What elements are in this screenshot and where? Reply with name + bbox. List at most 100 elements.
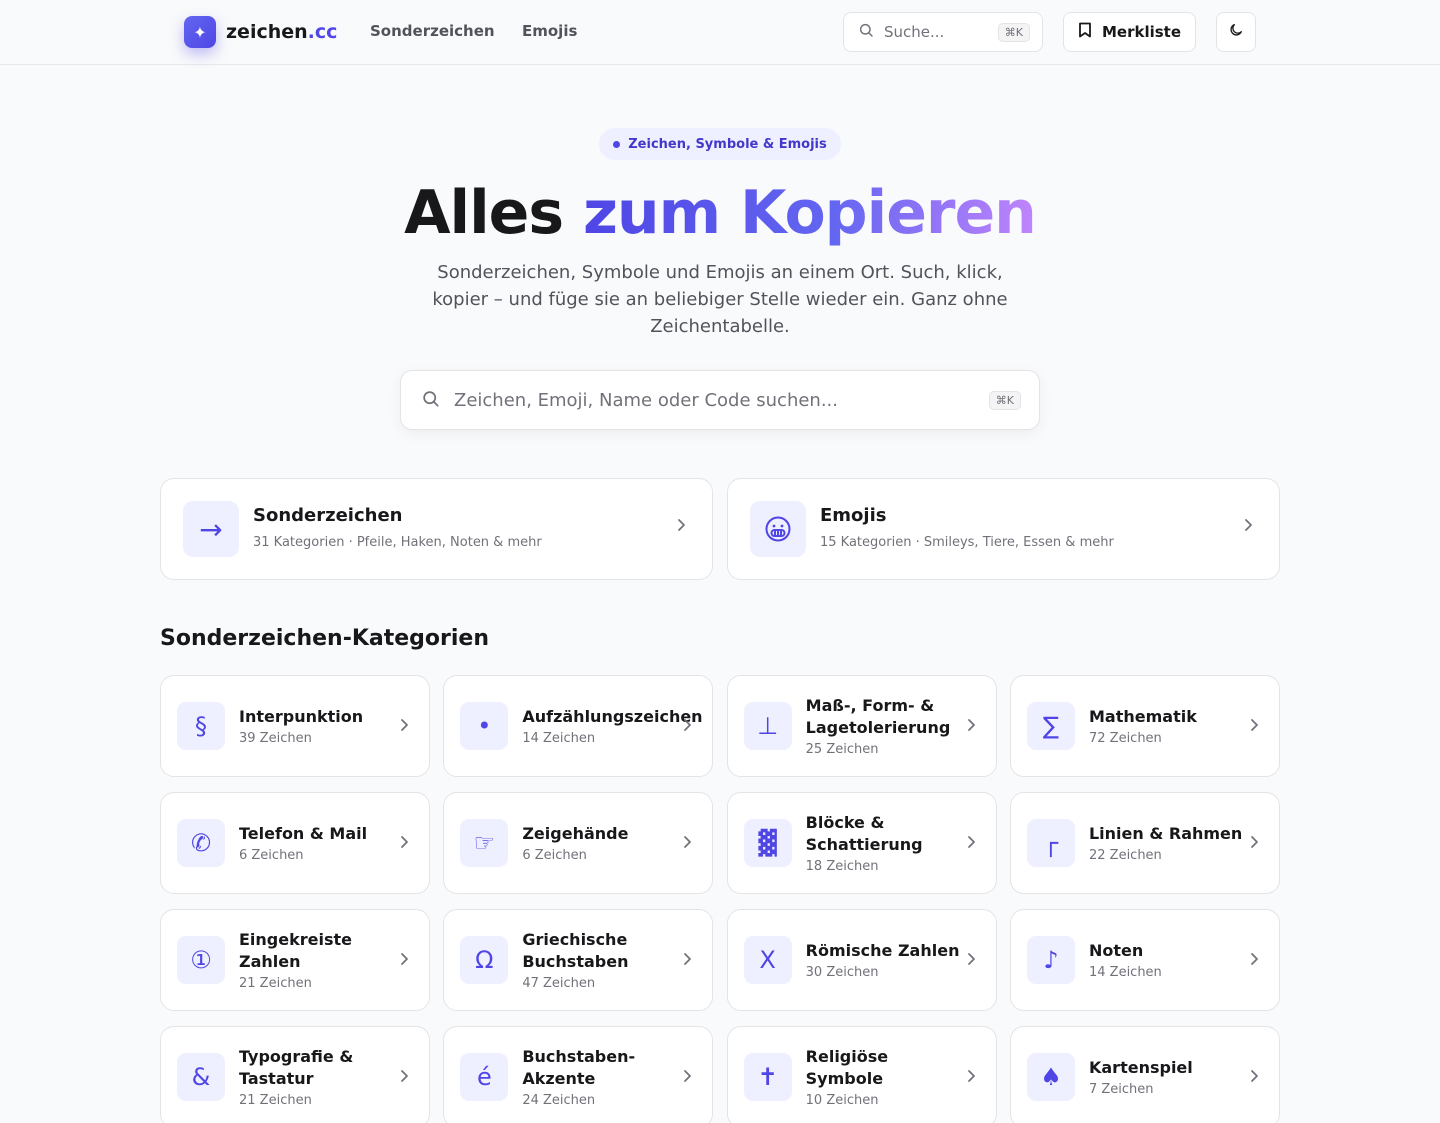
category-card[interactable]: ┌ Linien & Rahmen 22 Zeichen — [1009, 792, 1280, 894]
main-search-placeholder: Zeichen, Emoji, Name oder Code suchen... — [454, 389, 839, 411]
chevron-right-icon — [1249, 717, 1259, 737]
category-count: 10 Zeichen — [805, 1093, 879, 1108]
category-count: 18 Zeichen — [805, 859, 879, 874]
chevron-right-icon — [682, 717, 692, 737]
category-name: Maß-, Form- & Lagetolerierung — [805, 696, 951, 737]
roman-ten-icon: Ⅹ — [743, 936, 792, 984]
grinning-face-icon — [750, 501, 806, 557]
section-sign-icon: § — [177, 702, 225, 750]
overview-card-title: Emojis — [820, 505, 887, 526]
bookmarks-button[interactable]: Merkliste — [1063, 12, 1196, 52]
category-count: 6 Zeichen — [239, 848, 304, 863]
chevron-right-icon — [399, 1068, 409, 1088]
shortcut-badge: ⌘K — [997, 22, 1030, 42]
logo-text: zeichen.cc — [226, 21, 338, 43]
category-card[interactable]: ✝ Religiöse Symbole 10 Zeichen — [726, 1026, 997, 1123]
category-count: 6 Zeichen — [522, 848, 587, 863]
category-name: Linien & Rahmen — [1088, 824, 1243, 843]
category-name: Aufzählungszeichen — [522, 707, 703, 726]
overview-card-subtitle: 31 Kategorien · Pfeile, Haken, Noten & m… — [253, 535, 542, 550]
chevron-right-icon — [399, 717, 409, 737]
category-card[interactable]: ♠ Kartenspiel 7 Zeichen — [1009, 1026, 1280, 1123]
category-count: 24 Zeichen — [522, 1093, 596, 1108]
sigma-icon: ∑ — [1026, 702, 1075, 750]
category-card[interactable]: ♪ Noten 14 Zeichen — [1009, 909, 1280, 1011]
category-card[interactable]: ⊥ Maß-, Form- & Lagetolerierung 25 Zeichen — [726, 675, 997, 777]
chevron-right-icon — [1249, 834, 1259, 854]
category-name: Blöcke & Schattierung — [805, 813, 923, 854]
category-count: 39 Zeichen — [239, 731, 312, 746]
search-icon — [858, 22, 874, 42]
category-card[interactable]: ① Eingekreiste Zahlen 21 Zeichen — [160, 909, 430, 1011]
category-count: 25 Zeichen — [805, 742, 879, 757]
telephone-icon: ✆ — [177, 819, 225, 867]
category-name: Eingekreiste Zahlen — [239, 930, 352, 971]
category-card[interactable]: ▓ Blöcke & Schattierung 18 Zeichen — [726, 792, 997, 894]
hero-badge: Zeichen, Symbole & Emojis — [599, 128, 841, 160]
bookmark-icon — [1078, 22, 1092, 42]
category-name: Buchstaben-Akzente — [522, 1047, 636, 1088]
category-name: Religiöse Symbole — [805, 1047, 889, 1088]
category-card[interactable]: • Aufzählungszeichen 14 Zeichen — [443, 675, 714, 777]
category-count: 14 Zeichen — [1088, 965, 1162, 980]
chevron-right-icon — [966, 1068, 976, 1088]
category-card[interactable]: & Typografie & Tastatur 21 Zeichen — [160, 1026, 430, 1123]
header-search-input[interactable]: Suche... ⌘K — [843, 12, 1043, 52]
chevron-right-icon — [966, 717, 976, 737]
chevron-right-icon — [1249, 951, 1259, 971]
chevron-right-icon — [1243, 517, 1253, 537]
theme-toggle-button[interactable] — [1216, 12, 1256, 52]
category-card[interactable]: ✆ Telefon & Mail 6 Zeichen — [160, 792, 430, 894]
omega-icon: Ω — [460, 936, 509, 984]
site-header: ✦ zeichen.cc Sonderzeichen Emojis Suche.… — [0, 0, 1440, 65]
category-name: Kartenspiel — [1088, 1058, 1193, 1077]
spade-icon: ♠ — [1026, 1053, 1075, 1101]
category-card[interactable]: Ω Griechische Buchstaben 47 Zeichen — [443, 909, 714, 1011]
ampersand-icon: & — [177, 1053, 225, 1101]
chevron-right-icon — [966, 951, 976, 971]
category-card[interactable]: ∑ Mathematik 72 Zeichen — [1009, 675, 1280, 777]
category-card[interactable]: é Buchstaben-Akzente 24 Zeichen — [443, 1026, 714, 1123]
chevron-right-icon — [682, 1068, 692, 1088]
category-count: 14 Zeichen — [522, 731, 596, 746]
shortcut-badge: ⌘K — [988, 390, 1021, 410]
category-name: Telefon & Mail — [239, 824, 368, 843]
cross-icon: ✝ — [743, 1053, 792, 1101]
category-name: Noten — [1088, 941, 1144, 960]
category-card[interactable]: § Interpunktion 39 Zeichen — [160, 675, 430, 777]
category-name: Griechische Buchstaben — [522, 930, 629, 971]
chevron-right-icon — [966, 834, 976, 854]
main-search-input[interactable]: Zeichen, Emoji, Name oder Code suchen...… — [400, 370, 1040, 430]
category-name: Mathematik — [1088, 707, 1197, 726]
chevron-right-icon — [676, 517, 686, 537]
bookmarks-label: Merkliste — [1101, 23, 1182, 41]
bullet-icon: • — [460, 702, 509, 750]
header-search-placeholder: Suche... — [884, 23, 945, 41]
sparkle-icon: ✦ — [184, 16, 216, 48]
box-corner-icon: ┌ — [1026, 819, 1075, 867]
circled-one-icon: ① — [177, 936, 225, 984]
moon-icon — [1228, 22, 1244, 42]
chevron-right-icon — [399, 834, 409, 854]
nav-sonderzeichen[interactable]: Sonderzeichen — [370, 22, 495, 40]
overview-card-subtitle: 15 Kategorien · Smileys, Tiere, Essen & … — [820, 535, 1114, 550]
music-note-icon: ♪ — [1026, 936, 1075, 984]
category-count: 47 Zeichen — [522, 976, 596, 991]
search-icon — [421, 389, 440, 412]
category-card[interactable]: ☞ Zeigehände 6 Zeichen — [443, 792, 714, 894]
category-name: Zeigehände — [522, 824, 629, 843]
chevron-right-icon — [1249, 1068, 1259, 1088]
overview-card-sonderzeichen[interactable]: → Sonderzeichen 31 Kategorien · Pfeile, … — [160, 478, 713, 580]
category-name: Typografie & Tastatur — [239, 1047, 354, 1088]
arrow-right-icon: → — [183, 501, 239, 557]
nav-emojis[interactable]: Emojis — [522, 22, 577, 40]
overview-card-title: Sonderzeichen — [253, 505, 403, 526]
pointing-hand-icon: ☞ — [460, 819, 509, 867]
category-count: 21 Zeichen — [239, 976, 312, 991]
category-grid: § Interpunktion 39 Zeichen • Aufzählungszei… — [160, 675, 1280, 1123]
chevron-right-icon — [682, 834, 692, 854]
overview-card-emojis[interactable]: Emojis 15 Kategorien · Smileys, Tiere, E… — [727, 478, 1280, 580]
hero-badge-label: Zeichen, Symbole & Emojis — [628, 136, 827, 152]
logo[interactable]: ✦ zeichen.cc — [184, 16, 337, 48]
category-card[interactable]: Ⅹ Römische Zahlen 30 Zeichen — [726, 909, 997, 1011]
